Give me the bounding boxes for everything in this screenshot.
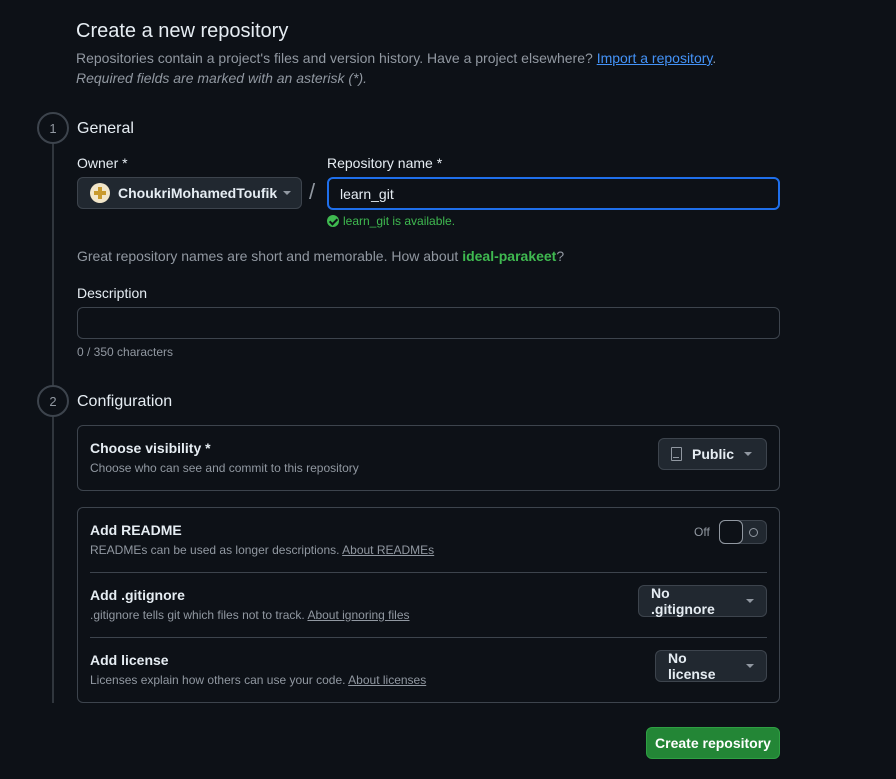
chevron-down-icon <box>283 191 291 195</box>
divider <box>90 637 767 638</box>
suggestion-suffix: ? <box>556 248 565 264</box>
gitignore-desc-text: .gitignore tells git which files not to … <box>90 608 305 622</box>
readme-title: Add README <box>90 522 182 538</box>
owner-label: Owner * <box>77 155 128 171</box>
repo-name-label: Repository name * <box>327 155 443 171</box>
gitignore-title: Add .gitignore <box>90 587 185 603</box>
create-repository-button[interactable]: Create repository <box>646 727 780 759</box>
license-value: No license <box>668 650 716 682</box>
owner-repo-separator: / <box>309 179 316 204</box>
readme-toggle-state: Off <box>694 525 710 539</box>
step-1-indicator: 1 <box>37 112 69 144</box>
license-dropdown[interactable]: No license <box>655 650 767 682</box>
subtitle-text: Repositories contain a project's files a… <box>76 50 593 66</box>
check-circle-icon <box>327 215 339 227</box>
license-desc-text: Licenses explain how others can use your… <box>90 673 346 687</box>
readme-desc-text: READMEs can be used as longer descriptio… <box>90 543 340 557</box>
import-repository-link[interactable]: Import a repository <box>597 50 713 66</box>
description-char-count: 0 / 350 characters <box>77 345 174 359</box>
owner-name: ChoukriMohamedToufik <box>118 185 278 201</box>
owner-dropdown[interactable]: ChoukriMohamedToufik <box>77 177 302 209</box>
readme-desc: READMEs can be used as longer descriptio… <box>90 543 434 557</box>
description-label: Description <box>77 285 148 301</box>
chevron-down-icon <box>746 664 754 668</box>
repo-icon <box>671 447 682 461</box>
availability-text: learn_git is available. <box>343 214 456 228</box>
suggested-name[interactable]: ideal-parakeet <box>462 248 556 264</box>
visibility-title: Choose visibility * <box>90 440 211 456</box>
page-title: Create a new repository <box>76 20 289 42</box>
visibility-box: Choose visibility * Choose who can see a… <box>77 425 780 491</box>
divider <box>90 572 767 573</box>
about-readmes-link[interactable]: About READMEs <box>342 543 434 557</box>
license-desc: Licenses explain how others can use your… <box>90 673 426 687</box>
suggestion-prefix: Great repository names are short and mem… <box>77 248 459 264</box>
visibility-value: Public <box>692 446 735 462</box>
step-timeline <box>52 142 54 703</box>
avatar <box>90 183 110 203</box>
gitignore-desc: .gitignore tells git which files not to … <box>90 608 410 622</box>
gitignore-value: No .gitignore <box>651 585 715 617</box>
visibility-desc: Choose who can see and commit to this re… <box>90 461 359 475</box>
configuration-section-title: Configuration <box>77 393 173 410</box>
license-title: Add license <box>90 652 169 668</box>
toggle-knob <box>719 520 743 544</box>
repo-name-input[interactable] <box>327 177 780 210</box>
about-ignoring-files-link[interactable]: About ignoring files <box>307 608 409 622</box>
description-input[interactable] <box>77 307 780 339</box>
page-subtitle: Repositories contain a project's files a… <box>76 50 716 66</box>
gitignore-dropdown[interactable]: No .gitignore <box>638 585 767 617</box>
name-suggestion: Great repository names are short and mem… <box>77 248 564 264</box>
subtitle-end: . <box>712 50 717 66</box>
about-licenses-link[interactable]: About licenses <box>348 673 426 687</box>
general-section-title: General <box>77 120 134 137</box>
chevron-down-icon <box>744 452 753 456</box>
availability-status: learn_git is available. <box>327 214 455 228</box>
required-note: Required fields are marked with an aster… <box>76 70 368 86</box>
toggle-off-icon <box>749 528 758 537</box>
chevron-down-icon <box>746 599 754 603</box>
readme-toggle[interactable] <box>719 520 767 544</box>
step-2-indicator: 2 <box>37 385 69 417</box>
visibility-dropdown[interactable]: Public <box>658 438 767 470</box>
options-box: Add README READMEs can be used as longer… <box>77 507 780 703</box>
